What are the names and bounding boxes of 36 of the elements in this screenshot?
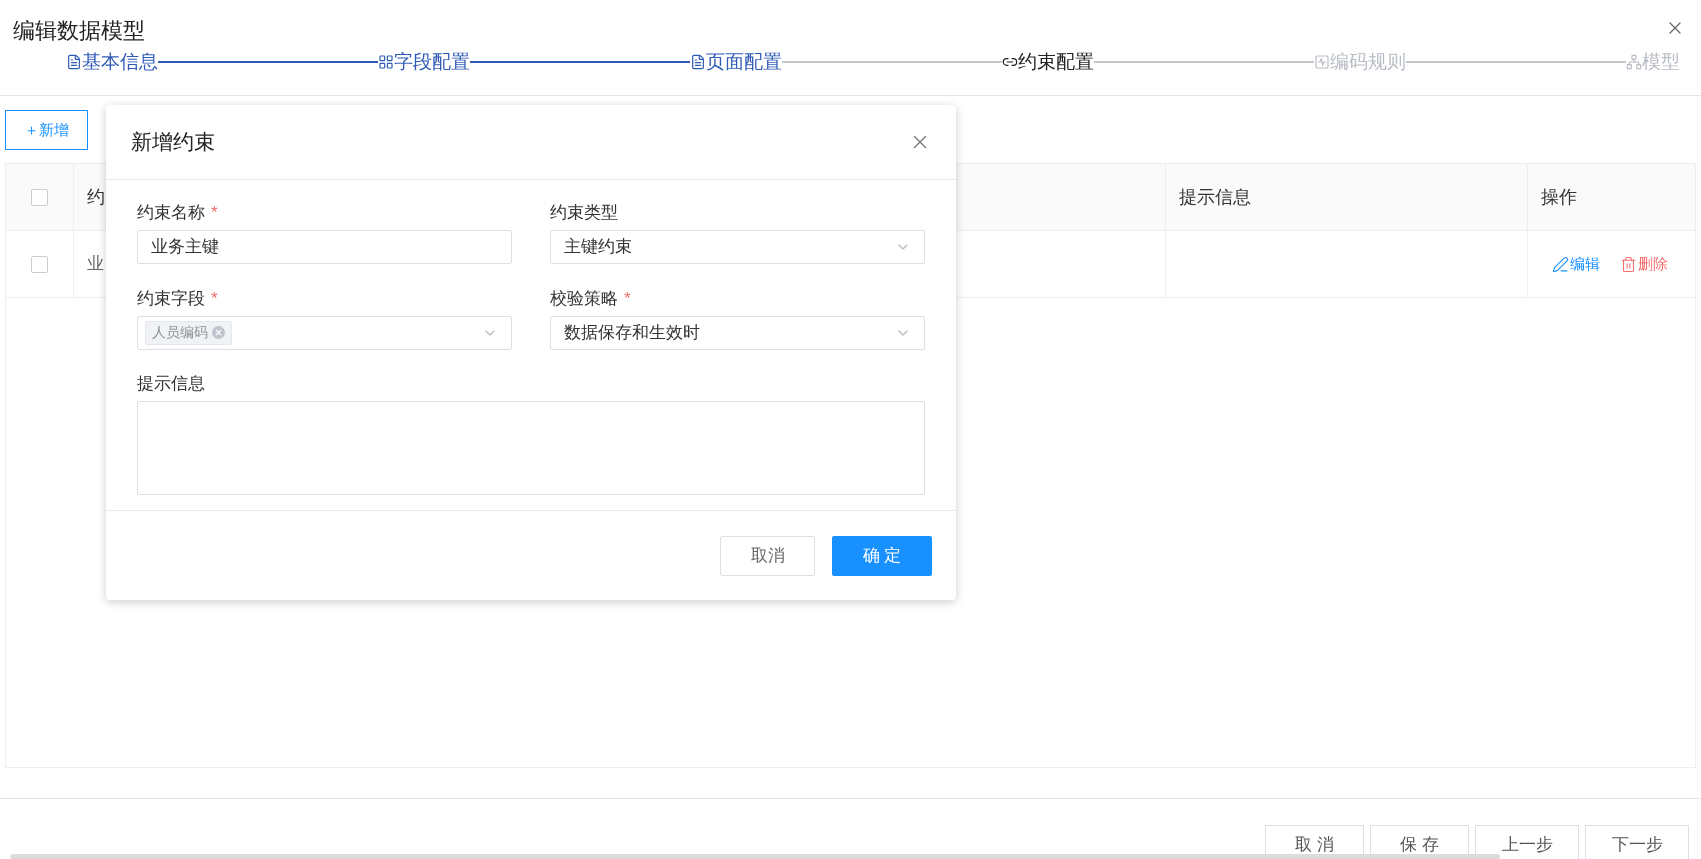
field-label: 校验策略	[550, 287, 618, 310]
document-icon	[66, 54, 82, 71]
field-label: 约束名称	[137, 202, 205, 224]
field-label: 约束字段	[137, 287, 205, 310]
grid-icon	[378, 54, 394, 71]
footer-button[interactable]: 下一步	[1585, 825, 1689, 859]
window-title: 编辑数据模型	[13, 17, 145, 45]
scrollbar[interactable]	[10, 854, 1500, 859]
field-label: 约束类型	[550, 202, 618, 224]
column-header: 约	[87, 185, 105, 209]
pencil-icon	[1552, 255, 1569, 273]
required-mark: *	[211, 202, 218, 224]
hierarchy-icon	[1626, 54, 1642, 71]
step[interactable]: 约束配置	[1002, 48, 1094, 77]
footer-button[interactable]: 上一步	[1475, 825, 1579, 859]
table-cell-text: 业	[87, 253, 104, 276]
step[interactable]: 基本信息	[66, 48, 158, 77]
checkbox[interactable]	[31, 188, 48, 206]
select-field[interactable]: 数据保存和生效时	[550, 315, 925, 350]
document-icon	[690, 54, 706, 71]
field-label: 提示信息	[137, 373, 205, 396]
select-field[interactable]: 主键约束	[550, 230, 925, 264]
required-mark: *	[624, 287, 631, 310]
column-header: 提示信息	[1179, 185, 1251, 209]
cancel-button[interactable]: 取消	[720, 535, 815, 576]
add-button[interactable]: ＋新增	[5, 110, 88, 150]
dialog-title: 新增约束	[131, 129, 215, 156]
edit-link[interactable]: 编辑	[1552, 252, 1600, 276]
checkbox[interactable]	[31, 255, 48, 273]
column-header: 操作	[1541, 185, 1577, 209]
text-field[interactable]: 业务主键	[137, 230, 512, 264]
textarea-field[interactable]	[137, 401, 925, 496]
trash-icon	[1620, 255, 1637, 273]
required-mark: *	[211, 287, 218, 310]
step[interactable]: 字段配置	[378, 48, 470, 77]
step[interactable]: 页面配置	[690, 48, 782, 77]
